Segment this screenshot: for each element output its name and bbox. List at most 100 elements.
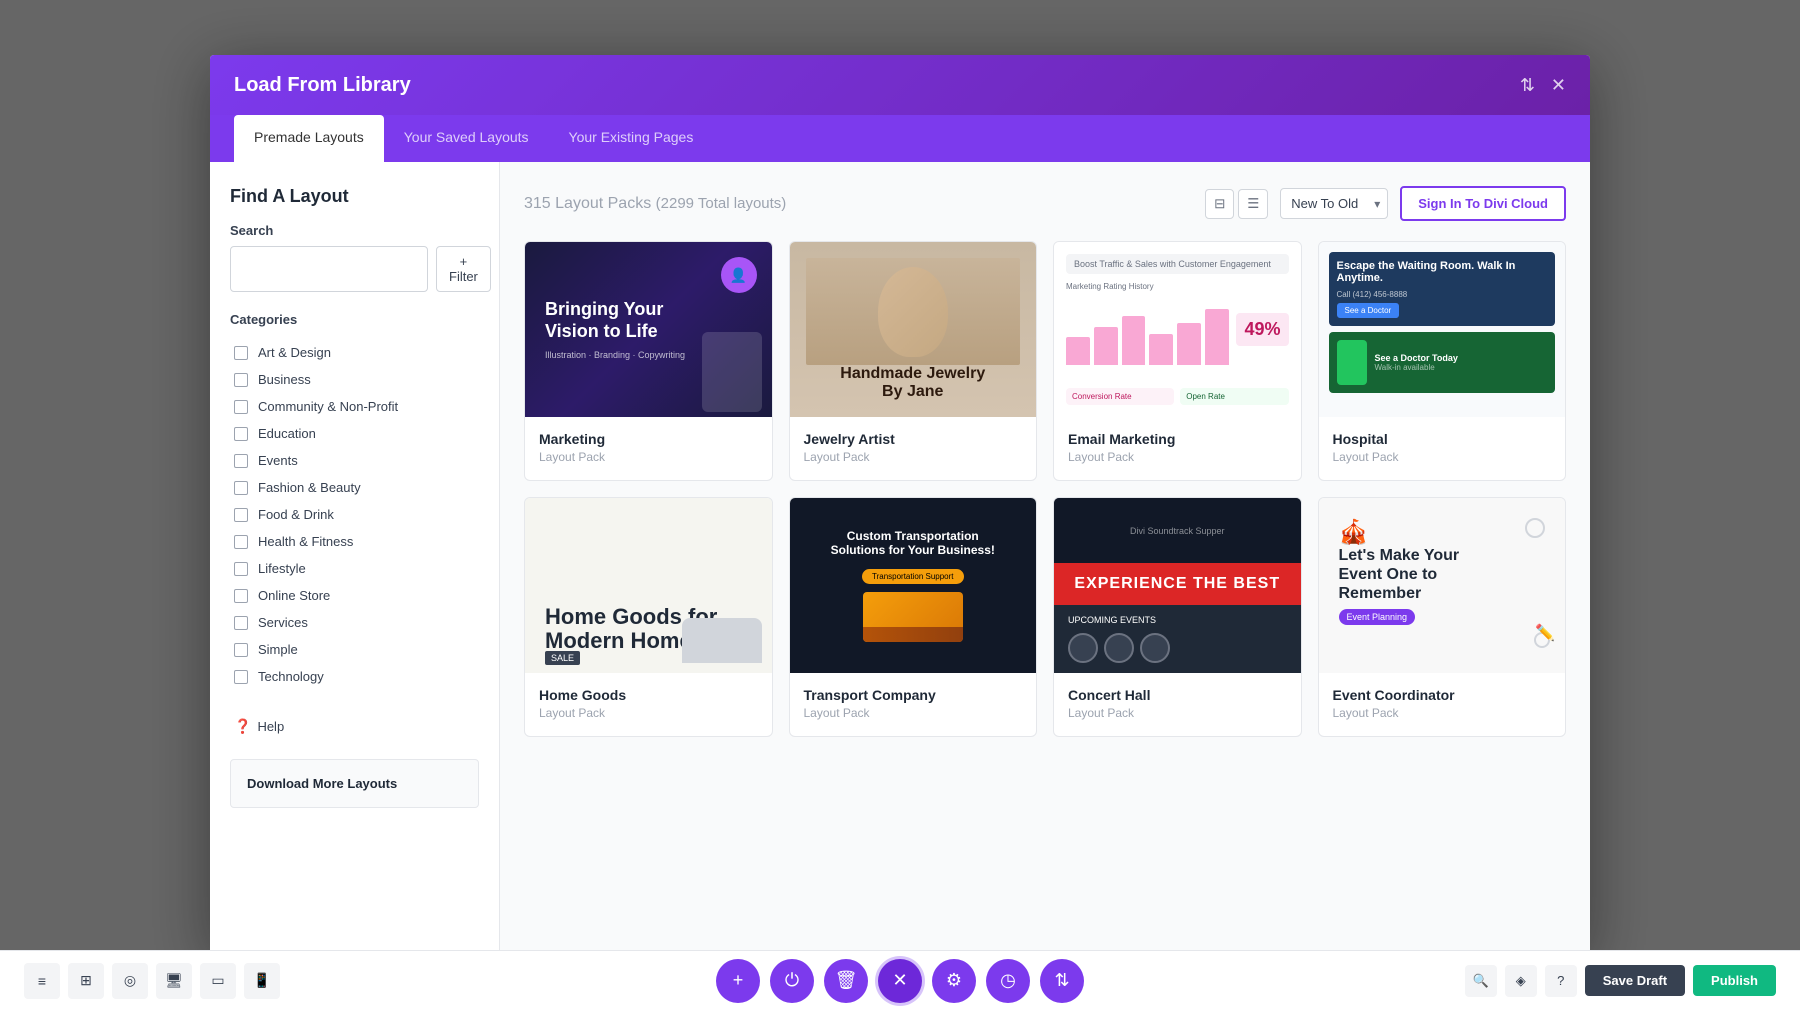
hospital-cta: See a Doctor (1337, 303, 1400, 318)
checkbox-online-store[interactable] (234, 589, 248, 603)
category-fashion[interactable]: Fashion & Beauty (230, 474, 479, 501)
card-info-jewelry: Jewelry Artist Layout Pack (790, 417, 1037, 480)
grid-view-button[interactable]: ⊟ (1205, 189, 1234, 219)
mobile-button[interactable]: 📱 (244, 963, 280, 999)
sort-icon[interactable]: ⇅ (1520, 75, 1535, 96)
close-button[interactable]: ✕ (878, 959, 922, 1003)
category-technology[interactable]: Technology (230, 663, 479, 690)
checkbox-community[interactable] (234, 400, 248, 414)
checkbox-technology[interactable] (234, 670, 248, 684)
tab-existing[interactable]: Your Existing Pages (549, 115, 714, 162)
checkbox-business[interactable] (234, 373, 248, 387)
search-input[interactable] (230, 246, 428, 292)
card-image-homegoods: Home Goods forModern Homes SALE (525, 498, 772, 673)
layout-card-homegoods[interactable]: Home Goods forModern Homes SALE Home Goo… (524, 497, 773, 737)
email-chart (1066, 295, 1228, 365)
modal: Load From Library ⇅ ✕ Premade Layouts Yo… (210, 55, 1590, 955)
layout-card-marketing[interactable]: 👤 Bringing YourVision to Life Illustrati… (524, 241, 773, 481)
layout-card-transport[interactable]: Custom TransportationSolutions for Your … (789, 497, 1038, 737)
category-services[interactable]: Services (230, 609, 479, 636)
tab-saved[interactable]: Your Saved Layouts (384, 115, 549, 162)
add-button[interactable]: + (716, 959, 760, 1003)
close-icon[interactable]: ✕ (1551, 75, 1566, 96)
layers-button[interactable]: ◈ (1505, 965, 1537, 997)
layout-card-jewelry[interactable]: Handmade JewelryBy Jane Jewelry Artist L… (789, 241, 1038, 481)
card-type-marketing: Layout Pack (539, 450, 758, 464)
email-stats-row: Conversion Rate Open Rate (1066, 388, 1289, 405)
card-info-marketing: Marketing Layout Pack (525, 417, 772, 480)
category-events[interactable]: Events (230, 447, 479, 474)
settings-button[interactable]: ⚙ (932, 959, 976, 1003)
checkbox-lifestyle[interactable] (234, 562, 248, 576)
checkbox-food[interactable] (234, 508, 248, 522)
checkbox-health[interactable] (234, 535, 248, 549)
category-lifestyle[interactable]: Lifestyle (230, 555, 479, 582)
checkbox-fashion[interactable] (234, 481, 248, 495)
category-art[interactable]: Art & Design (230, 339, 479, 366)
category-label-education: Education (258, 426, 316, 441)
grid-button[interactable]: ⊞ (68, 963, 104, 999)
download-title: Download More Layouts (247, 776, 462, 791)
sign-in-button[interactable]: Sign In To Divi Cloud (1400, 186, 1566, 221)
layout-card-event[interactable]: 🎪 Let's Make YourEvent One toRemember Ev… (1318, 497, 1567, 737)
category-food[interactable]: Food & Drink (230, 501, 479, 528)
category-online-store[interactable]: Online Store (230, 582, 479, 609)
doctor-image (1337, 340, 1367, 385)
event-headline: Let's Make YourEvent One toRemember (1339, 546, 1460, 604)
home-tag: SALE (545, 651, 580, 665)
bar-3 (1122, 316, 1146, 365)
category-label-technology: Technology (258, 669, 324, 684)
menu-button[interactable]: ≡ (24, 963, 60, 999)
stat-conversions: Conversion Rate (1066, 388, 1174, 405)
search-button[interactable]: ◎ (112, 963, 148, 999)
desktop-button[interactable]: 🖥 (156, 963, 192, 999)
card-type-hospital: Layout Pack (1333, 450, 1552, 464)
header-right: ⊟ ☰ New To Old Old To New A to Z Z to A … (1205, 186, 1566, 221)
phone-mockup (702, 332, 762, 412)
hospital-headline: Escape the Waiting Room. Walk In Anytime… (1337, 260, 1548, 284)
email-chart-label: Marketing Rating History (1066, 282, 1228, 291)
layout-button[interactable]: ⇅ (1040, 959, 1084, 1003)
publish-button[interactable]: Publish (1693, 965, 1776, 996)
help-row[interactable]: ❓ Help (230, 710, 479, 743)
checkbox-simple[interactable] (234, 643, 248, 657)
help-text: Help (257, 719, 284, 734)
bar-4 (1149, 334, 1173, 366)
card-type-jewelry: Layout Pack (804, 450, 1023, 464)
layout-card-hospital[interactable]: Escape the Waiting Room. Walk In Anytime… (1318, 241, 1567, 481)
card-type-transport: Layout Pack (804, 706, 1023, 720)
tablet-button[interactable]: ▭ (200, 963, 236, 999)
checkbox-art[interactable] (234, 346, 248, 360)
power-button[interactable]: ⏻ (770, 959, 814, 1003)
list-view-button[interactable]: ☰ (1238, 189, 1268, 219)
checkbox-services[interactable] (234, 616, 248, 630)
download-box[interactable]: Download More Layouts (230, 759, 479, 808)
checkbox-events[interactable] (234, 454, 248, 468)
category-business[interactable]: Business (230, 366, 479, 393)
category-label-community: Community & Non-Profit (258, 399, 398, 414)
card-type-email: Layout Pack (1068, 450, 1287, 464)
help-button[interactable]: ? (1545, 965, 1577, 997)
history-button[interactable]: ◷ (986, 959, 1030, 1003)
jewelry-text: Handmade JewelryBy Jane (840, 365, 985, 401)
delete-button[interactable]: 🗑 (824, 959, 868, 1003)
card-image-jewelry: Handmade JewelryBy Jane (790, 242, 1037, 417)
tab-premade[interactable]: Premade Layouts (234, 115, 384, 162)
filter-button[interactable]: + Filter (436, 246, 491, 292)
event-circles (1068, 633, 1287, 663)
category-education[interactable]: Education (230, 420, 479, 447)
bar-6 (1205, 309, 1229, 365)
upcoming-events-label: UPCOMING EVENTS (1068, 615, 1287, 625)
modal-header: Load From Library ⇅ ✕ (210, 55, 1590, 115)
category-health[interactable]: Health & Fitness (230, 528, 479, 555)
layout-card-email[interactable]: Boost Traffic & Sales with Customer Enga… (1053, 241, 1302, 481)
sort-select[interactable]: New To Old Old To New A to Z Z to A (1280, 188, 1388, 219)
save-draft-button[interactable]: Save Draft (1585, 965, 1685, 996)
category-community[interactable]: Community & Non-Profit (230, 393, 479, 420)
checkbox-education[interactable] (234, 427, 248, 441)
layout-card-concert[interactable]: Divi Soundtrack Supper EXPERIENCE THE BE… (1053, 497, 1302, 737)
bottom-toolbar: ≡ ⊞ ◎ 🖥 ▭ 📱 + ⏻ 🗑 ✕ ⚙ ◷ ⇅ 🔍 ◈ ? Save Dra… (0, 950, 1800, 1010)
category-simple[interactable]: Simple (230, 636, 479, 663)
modal-title: Load From Library (234, 74, 411, 97)
zoom-button[interactable]: 🔍 (1465, 965, 1497, 997)
